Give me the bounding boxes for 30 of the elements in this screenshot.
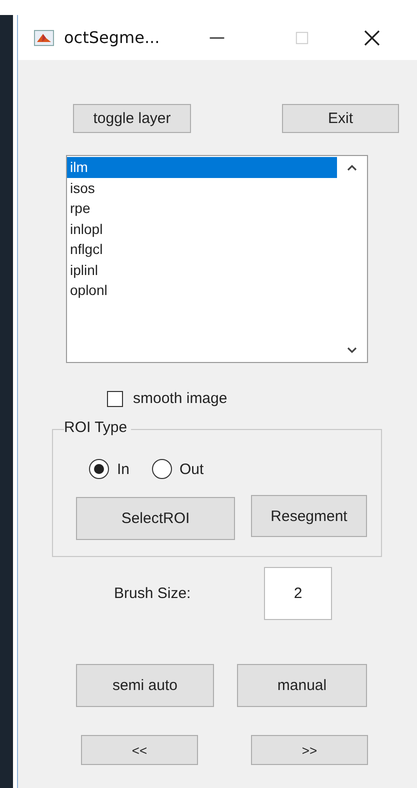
layer-listbox[interactable]: ilm isos rpe inlopl nflgcl iplinl oplonl	[66, 155, 368, 363]
scroll-down-icon[interactable]	[346, 346, 358, 354]
radio-label: Out	[180, 460, 204, 478]
panel-title: ROI Type	[64, 419, 132, 436]
radio-button[interactable]	[89, 459, 109, 479]
layer-item[interactable]: ilm	[67, 157, 337, 178]
next-button[interactable]: >>	[251, 735, 368, 765]
brush-size-label: Brush Size:	[114, 585, 192, 602]
layer-item[interactable]: oplonl	[67, 280, 337, 300]
layer-item[interactable]: nflgcl	[67, 239, 337, 260]
app-icon	[34, 30, 54, 46]
checkbox[interactable]	[107, 390, 123, 406]
manual-button[interactable]: manual	[237, 664, 367, 707]
scroll-up-icon[interactable]	[346, 164, 358, 172]
semi-auto-button[interactable]: semi auto	[76, 664, 214, 707]
layer-item[interactable]: inlopl	[67, 218, 337, 239]
toggle-layer-button[interactable]: toggle layer	[73, 104, 191, 133]
layer-item[interactable]: isos	[67, 178, 337, 198]
window-title: octSegme...	[64, 28, 161, 47]
checkbox-label: smooth image	[133, 390, 228, 407]
layer-item[interactable]: rpe	[67, 198, 337, 218]
exit-button[interactable]: Exit	[282, 104, 399, 133]
radio-button[interactable]	[152, 459, 172, 479]
layer-item[interactable]: iplinl	[67, 260, 337, 280]
select-roi-button[interactable]: SelectROI	[76, 497, 235, 540]
previous-button[interactable]: <<	[81, 735, 198, 765]
close-icon[interactable]	[362, 28, 382, 48]
resegment-button[interactable]: Resegment	[251, 495, 367, 537]
radio-label: In	[117, 460, 130, 478]
brush-size-field[interactable]: 2	[264, 567, 332, 620]
